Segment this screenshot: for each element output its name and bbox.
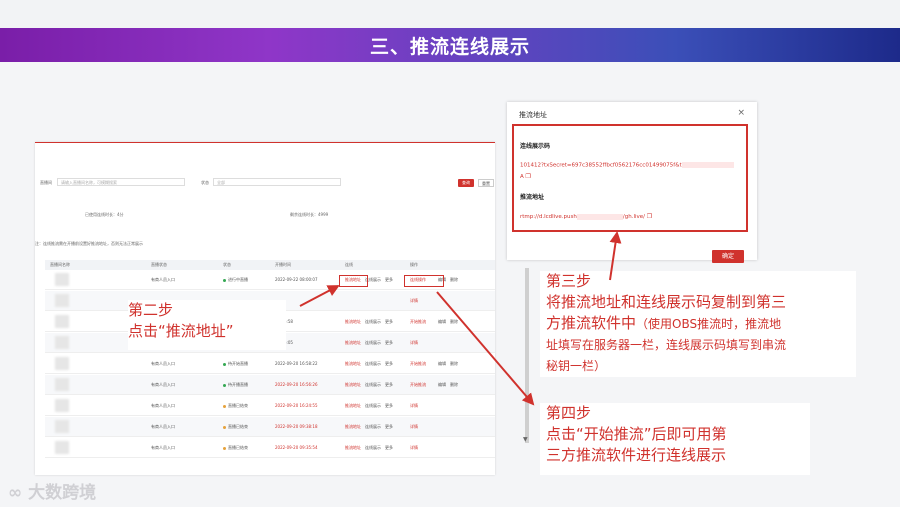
logo-icon: ∞ [8,483,23,503]
brand-logo: ∞ 大数跨境 [8,478,96,503]
annotation-arrows [299,231,622,406]
step4-arrow [436,291,535,406]
step2-arrow [299,285,340,307]
logo-text: 大数跨境 [28,483,97,503]
step3-arrow [609,231,622,281]
